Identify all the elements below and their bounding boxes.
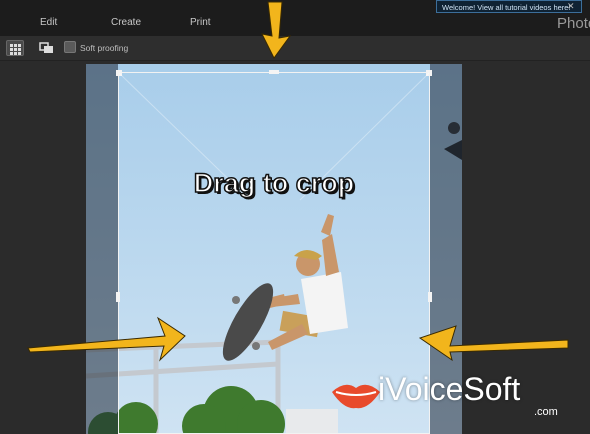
lips-logo-icon — [332, 384, 380, 409]
watermark-suffix: .com — [534, 406, 558, 418]
watermark-logo: iVoiceSoft — [378, 371, 521, 407]
